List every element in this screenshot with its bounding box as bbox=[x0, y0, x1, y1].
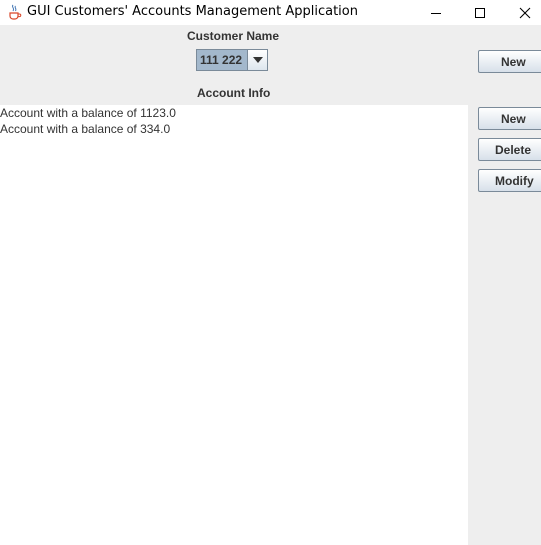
delete-account-button[interactable]: Delete bbox=[478, 138, 541, 161]
list-item[interactable]: Account with a balance of 334.0 bbox=[0, 121, 468, 137]
account-info-label: Account Info bbox=[197, 86, 271, 100]
delete-account-button-label: Delete bbox=[495, 143, 532, 157]
application-window: GUI Customers' Accounts Management Appli… bbox=[0, 0, 541, 545]
modify-account-button-label: Modify bbox=[495, 174, 534, 188]
maximize-icon[interactable] bbox=[457, 0, 503, 25]
new-customer-button-label: New bbox=[501, 55, 526, 69]
customer-select[interactable]: 111 222 bbox=[196, 49, 268, 71]
window-title: GUI Customers' Accounts Management Appli… bbox=[27, 4, 358, 19]
new-customer-button[interactable]: New bbox=[478, 50, 541, 73]
minimize-icon[interactable] bbox=[413, 0, 459, 25]
account-list[interactable]: Account with a balance of 1123.0 Account… bbox=[0, 105, 468, 545]
new-account-button-label: New bbox=[501, 112, 526, 126]
customer-selected-value[interactable]: 111 222 bbox=[197, 50, 247, 70]
java-coffee-icon bbox=[7, 4, 22, 20]
title-bar[interactable]: GUI Customers' Accounts Management Appli… bbox=[0, 0, 541, 25]
customer-name-label: Customer Name bbox=[187, 29, 280, 43]
chevron-down-icon[interactable] bbox=[247, 50, 267, 70]
modify-account-button[interactable]: Modify bbox=[478, 169, 541, 192]
new-account-button[interactable]: New bbox=[478, 107, 541, 130]
close-icon[interactable] bbox=[502, 0, 541, 25]
list-item[interactable]: Account with a balance of 1123.0 bbox=[0, 105, 468, 121]
